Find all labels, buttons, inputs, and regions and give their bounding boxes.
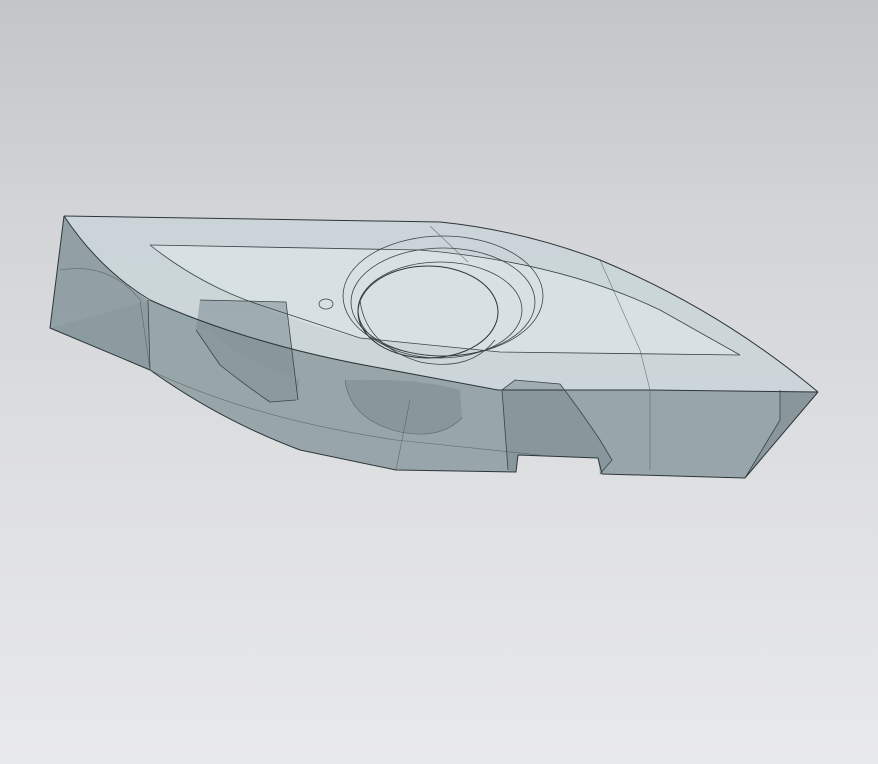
cad-model[interactable] bbox=[0, 0, 878, 764]
3d-viewport[interactable] bbox=[0, 0, 878, 764]
